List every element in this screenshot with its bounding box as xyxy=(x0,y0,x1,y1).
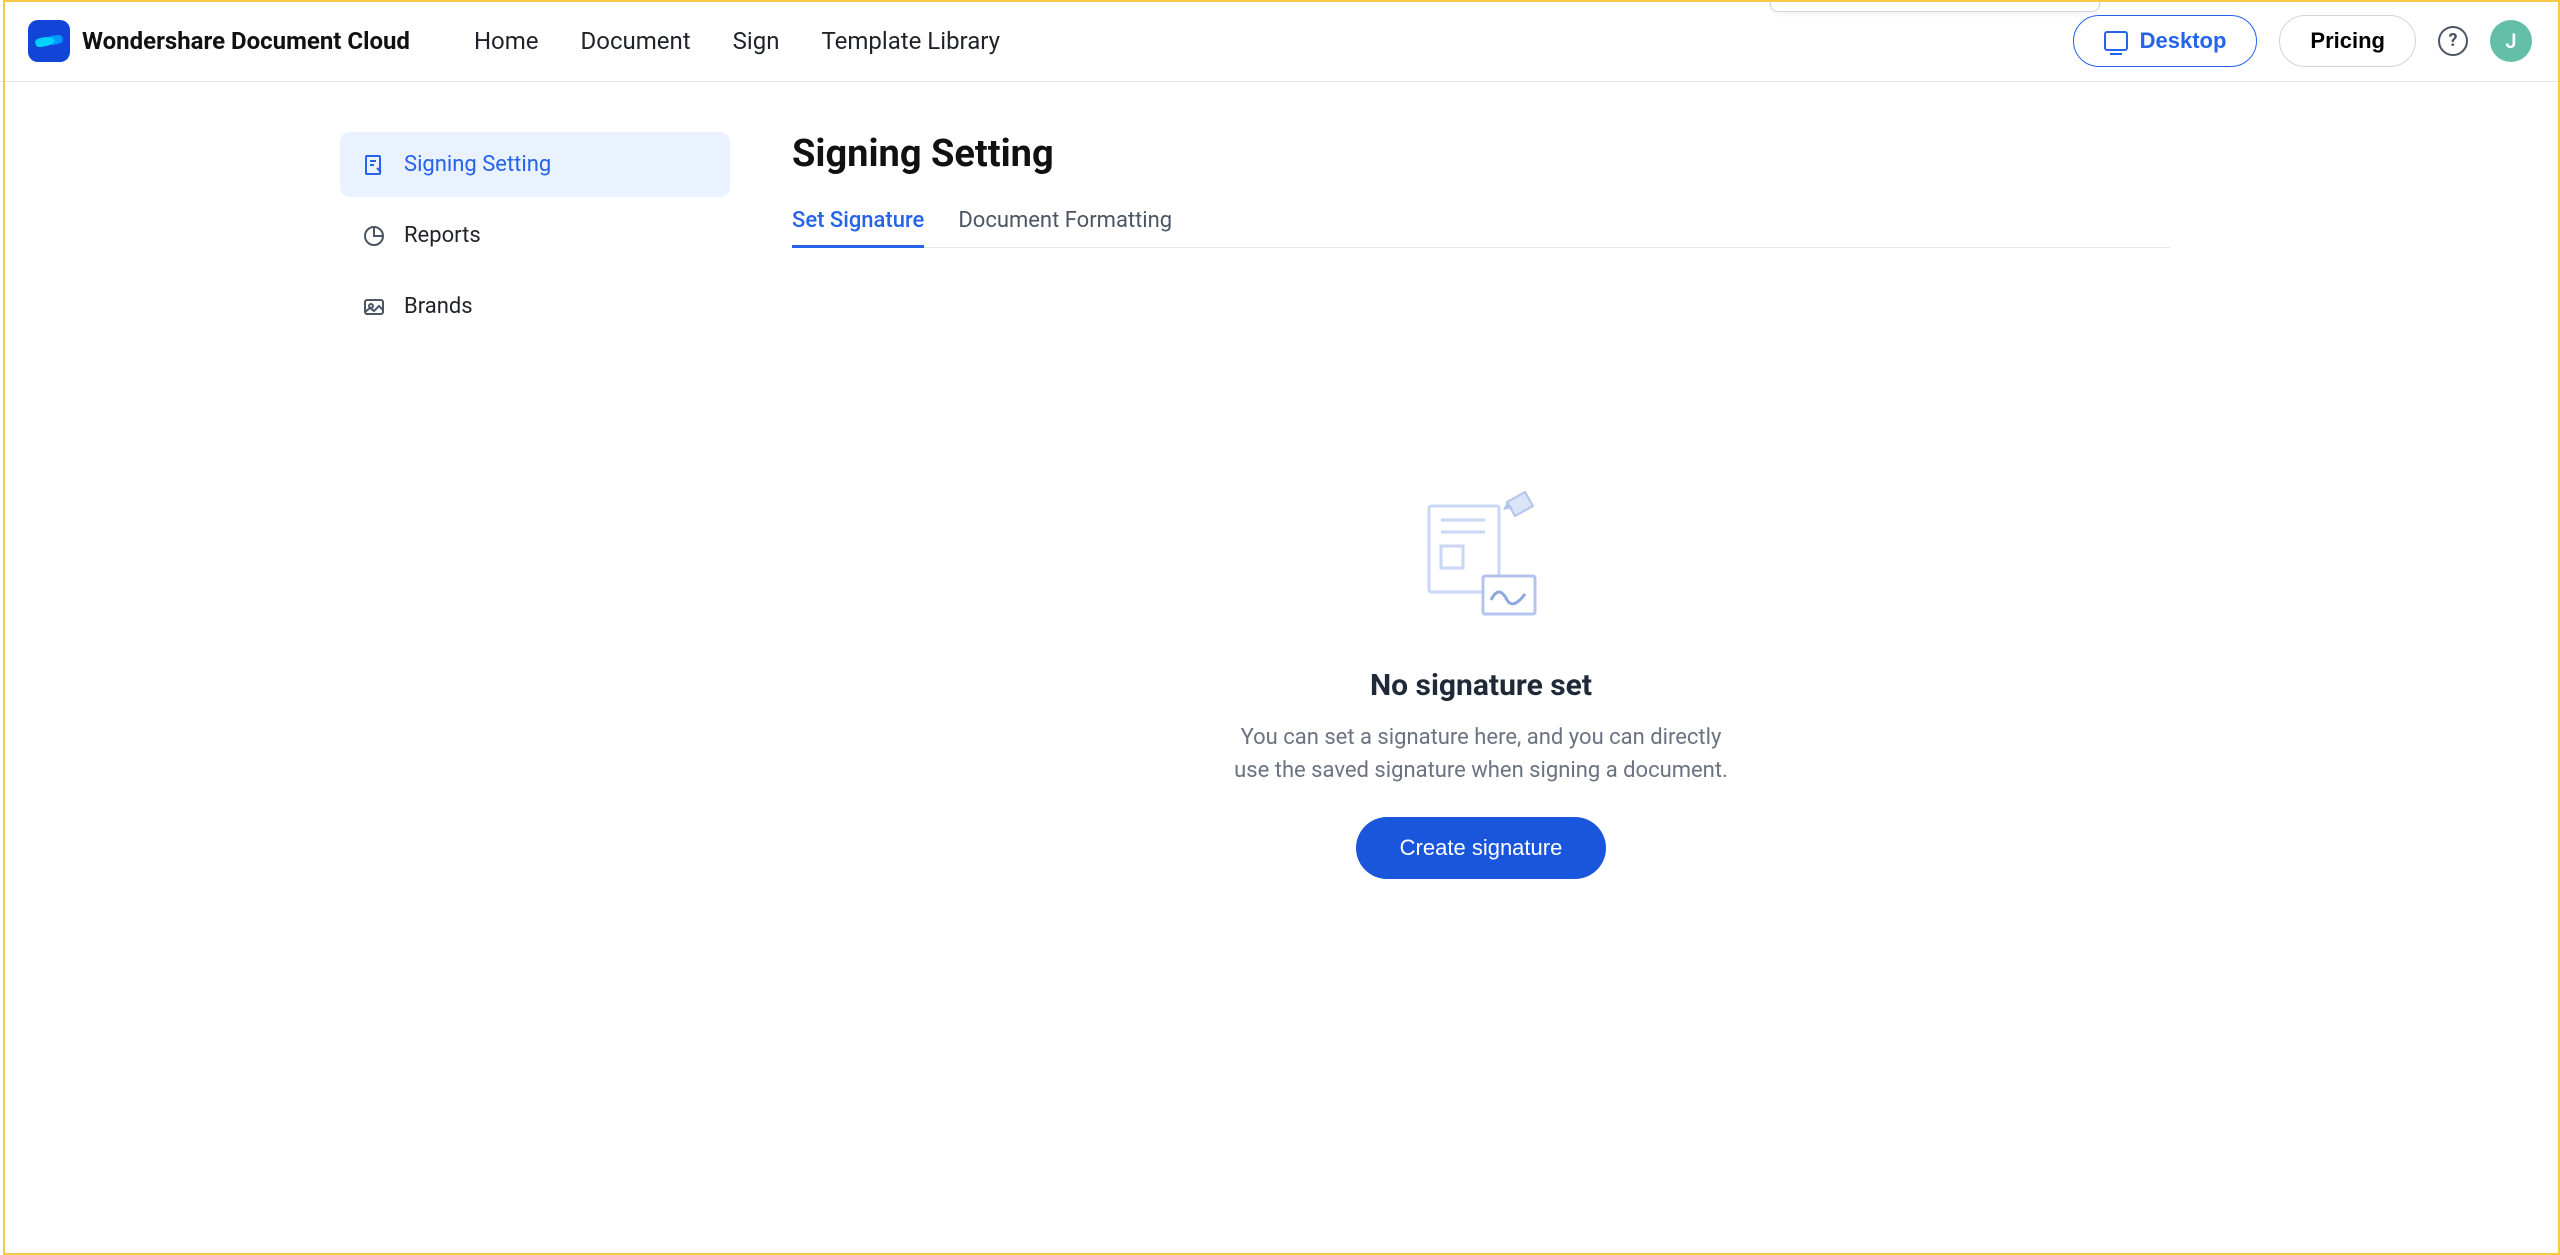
tab-set-signature[interactable]: Set Signature xyxy=(792,208,924,247)
sidebar-item-label: Brands xyxy=(404,294,473,319)
signature-icon xyxy=(362,153,386,177)
header-right: Desktop Pricing ? J xyxy=(2073,15,2532,67)
main-panel: Signing Setting Set Signature Document F… xyxy=(730,132,2170,879)
reports-icon xyxy=(362,224,386,248)
brand-area[interactable]: Wondershare Document Cloud xyxy=(28,20,410,62)
brand-name: Wondershare Document Cloud xyxy=(82,27,410,55)
help-icon[interactable]: ? xyxy=(2438,26,2468,56)
nav-template-library[interactable]: Template Library xyxy=(821,27,1000,55)
page-title: Signing Setting xyxy=(792,132,2170,176)
sidebar-item-signing-setting[interactable]: Signing Setting xyxy=(340,132,730,197)
desktop-button[interactable]: Desktop xyxy=(2073,15,2258,67)
content-area: Signing Setting Reports Brands Si xyxy=(0,82,2560,879)
sidebar-item-label: Signing Setting xyxy=(404,152,551,177)
avatar[interactable]: J xyxy=(2490,20,2532,62)
brand-logo-icon xyxy=(28,20,70,62)
pricing-button-label: Pricing xyxy=(2310,28,2385,54)
empty-title: No signature set xyxy=(1370,668,1592,703)
top-nav: Home Document Sign Template Library xyxy=(474,27,1000,55)
tab-document-formatting[interactable]: Document Formatting xyxy=(958,208,1172,247)
sidebar: Signing Setting Reports Brands xyxy=(340,132,730,879)
top-header: Wondershare Document Cloud Home Document… xyxy=(0,0,2560,82)
floating-popup-remnant xyxy=(1770,0,2100,12)
nav-document[interactable]: Document xyxy=(581,27,691,55)
sidebar-item-brands[interactable]: Brands xyxy=(340,274,730,339)
sidebar-item-label: Reports xyxy=(404,223,481,248)
nav-home[interactable]: Home xyxy=(474,27,539,55)
pricing-button[interactable]: Pricing xyxy=(2279,15,2416,67)
nav-sign[interactable]: Sign xyxy=(733,27,780,55)
sidebar-item-reports[interactable]: Reports xyxy=(340,203,730,268)
monitor-icon xyxy=(2104,31,2128,51)
empty-signature-illustration xyxy=(1411,488,1551,628)
brands-icon xyxy=(362,295,386,319)
empty-description: You can set a signature here, and you ca… xyxy=(1221,721,1741,787)
desktop-button-label: Desktop xyxy=(2140,28,2227,54)
empty-state: No signature set You can set a signature… xyxy=(792,488,2170,879)
tabs: Set Signature Document Formatting xyxy=(792,208,2170,248)
create-signature-button[interactable]: Create signature xyxy=(1356,817,1607,879)
